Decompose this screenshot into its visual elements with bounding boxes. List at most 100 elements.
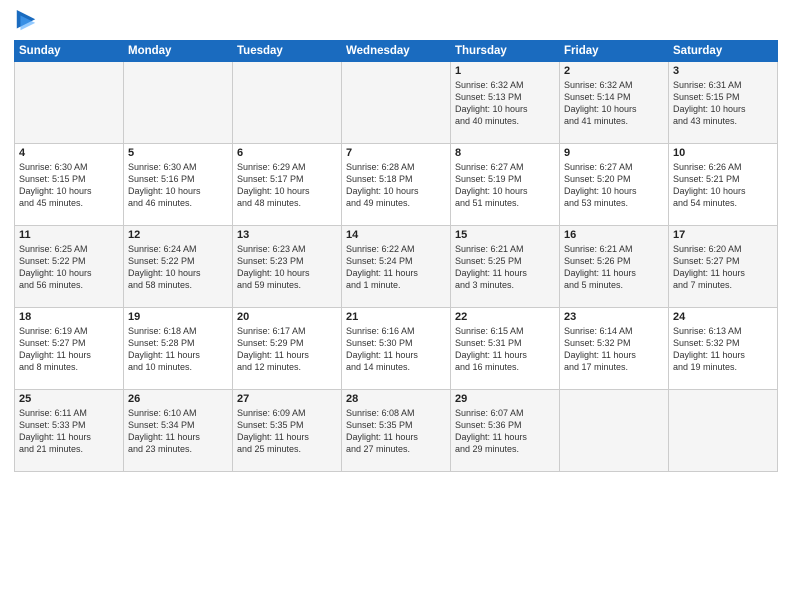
day-number: 13 <box>237 229 337 241</box>
calendar-cell <box>560 390 669 472</box>
header-monday: Monday <box>124 41 233 62</box>
calendar-cell: 25 Sunrise: 6:11 AM Sunset: 5:33 PM Dayli… <box>15 390 124 472</box>
calendar-week-3: 18 Sunrise: 6:19 AM Sunset: 5:27 PM Dayli… <box>15 308 778 390</box>
day-info: Sunrise: 6:25 AM Sunset: 5:22 PM Dayligh… <box>19 243 119 292</box>
logo <box>14 14 36 34</box>
day-info: Sunrise: 6:09 AM Sunset: 5:35 PM Dayligh… <box>237 407 337 456</box>
day-number: 8 <box>455 147 555 159</box>
day-info: Sunrise: 6:27 AM Sunset: 5:19 PM Dayligh… <box>455 161 555 210</box>
calendar-week-2: 11 Sunrise: 6:25 AM Sunset: 5:22 PM Dayli… <box>15 226 778 308</box>
calendar-cell <box>124 62 233 144</box>
day-info: Sunrise: 6:19 AM Sunset: 5:27 PM Dayligh… <box>19 325 119 374</box>
calendar-week-0: 1 Sunrise: 6:32 AM Sunset: 5:13 PM Daylig… <box>15 62 778 144</box>
calendar-cell: 13 Sunrise: 6:23 AM Sunset: 5:23 PM Dayli… <box>233 226 342 308</box>
day-info: Sunrise: 6:11 AM Sunset: 5:33 PM Dayligh… <box>19 407 119 456</box>
day-info: Sunrise: 6:16 AM Sunset: 5:30 PM Dayligh… <box>346 325 446 374</box>
calendar-cell: 21 Sunrise: 6:16 AM Sunset: 5:30 PM Dayli… <box>342 308 451 390</box>
calendar-cell: 14Sunrise: 6:22 AM Sunset: 5:24 PM Dayli… <box>342 226 451 308</box>
day-number: 17 <box>673 229 773 241</box>
day-number: 18 <box>19 311 119 323</box>
day-number: 11 <box>19 229 119 241</box>
calendar-cell: 8 Sunrise: 6:27 AM Sunset: 5:19 PM Daylig… <box>451 144 560 226</box>
day-number: 15 <box>455 229 555 241</box>
day-number: 2 <box>564 65 664 77</box>
calendar-cell: 22Sunrise: 6:15 AM Sunset: 5:31 PM Dayli… <box>451 308 560 390</box>
calendar-cell: 19 Sunrise: 6:18 AM Sunset: 5:28 PM Dayli… <box>124 308 233 390</box>
day-number: 6 <box>237 147 337 159</box>
calendar-cell: 24 Sunrise: 6:13 AM Sunset: 5:32 PM Dayli… <box>669 308 778 390</box>
calendar-cell: 16 Sunrise: 6:21 AM Sunset: 5:26 PM Dayli… <box>560 226 669 308</box>
day-number: 23 <box>564 311 664 323</box>
header-saturday: Saturday <box>669 41 778 62</box>
calendar-week-4: 25 Sunrise: 6:11 AM Sunset: 5:33 PM Dayli… <box>15 390 778 472</box>
day-number: 24 <box>673 311 773 323</box>
calendar-cell: 11 Sunrise: 6:25 AM Sunset: 5:22 PM Dayli… <box>15 226 124 308</box>
calendar-cell: 28Sunrise: 6:08 AM Sunset: 5:35 PM Dayli… <box>342 390 451 472</box>
day-info: Sunrise: 6:32 AM Sunset: 5:13 PM Dayligh… <box>455 79 555 128</box>
calendar-cell: 6 Sunrise: 6:29 AM Sunset: 5:17 PM Daylig… <box>233 144 342 226</box>
day-number: 10 <box>673 147 773 159</box>
day-number: 25 <box>19 393 119 405</box>
day-info: Sunrise: 6:15 AM Sunset: 5:31 PM Dayligh… <box>455 325 555 374</box>
calendar-cell: 23 Sunrise: 6:14 AM Sunset: 5:32 PM Dayli… <box>560 308 669 390</box>
calendar-cell: 26Sunrise: 6:10 AM Sunset: 5:34 PM Dayli… <box>124 390 233 472</box>
day-info: Sunrise: 6:30 AM Sunset: 5:15 PM Dayligh… <box>19 161 119 210</box>
day-info: Sunrise: 6:14 AM Sunset: 5:32 PM Dayligh… <box>564 325 664 374</box>
day-number: 12 <box>128 229 228 241</box>
day-info: Sunrise: 6:23 AM Sunset: 5:23 PM Dayligh… <box>237 243 337 292</box>
day-info: Sunrise: 6:28 AM Sunset: 5:18 PM Dayligh… <box>346 161 446 210</box>
calendar-cell: 7 Sunrise: 6:28 AM Sunset: 5:18 PM Daylig… <box>342 144 451 226</box>
header-tuesday: Tuesday <box>233 41 342 62</box>
day-number: 14 <box>346 229 446 241</box>
calendar-cell <box>669 390 778 472</box>
header-friday: Friday <box>560 41 669 62</box>
calendar-cell: 15 Sunrise: 6:21 AM Sunset: 5:25 PM Dayli… <box>451 226 560 308</box>
calendar-cell: 5Sunrise: 6:30 AM Sunset: 5:16 PM Daylig… <box>124 144 233 226</box>
day-number: 20 <box>237 311 337 323</box>
calendar-week-1: 4Sunrise: 6:30 AM Sunset: 5:15 PM Daylig… <box>15 144 778 226</box>
calendar-cell: 17 Sunrise: 6:20 AM Sunset: 5:27 PM Dayli… <box>669 226 778 308</box>
day-info: Sunrise: 6:13 AM Sunset: 5:32 PM Dayligh… <box>673 325 773 374</box>
day-number: 27 <box>237 393 337 405</box>
day-info: Sunrise: 6:29 AM Sunset: 5:17 PM Dayligh… <box>237 161 337 210</box>
calendar-cell: 4Sunrise: 6:30 AM Sunset: 5:15 PM Daylig… <box>15 144 124 226</box>
day-number: 1 <box>455 65 555 77</box>
day-info: Sunrise: 6:08 AM Sunset: 5:35 PM Dayligh… <box>346 407 446 456</box>
calendar-cell: 1 Sunrise: 6:32 AM Sunset: 5:13 PM Daylig… <box>451 62 560 144</box>
day-info: Sunrise: 6:07 AM Sunset: 5:36 PM Dayligh… <box>455 407 555 456</box>
header-thursday: Thursday <box>451 41 560 62</box>
header-wednesday: Wednesday <box>342 41 451 62</box>
calendar-cell: 9 Sunrise: 6:27 AM Sunset: 5:20 PM Daylig… <box>560 144 669 226</box>
day-info: Sunrise: 6:18 AM Sunset: 5:28 PM Dayligh… <box>128 325 228 374</box>
day-info: Sunrise: 6:21 AM Sunset: 5:26 PM Dayligh… <box>564 243 664 292</box>
day-number: 9 <box>564 147 664 159</box>
day-info: Sunrise: 6:32 AM Sunset: 5:14 PM Dayligh… <box>564 79 664 128</box>
page: SundayMondayTuesdayWednesdayThursdayFrid… <box>0 0 792 612</box>
day-info: Sunrise: 6:31 AM Sunset: 5:15 PM Dayligh… <box>673 79 773 128</box>
calendar-cell: 12Sunrise: 6:24 AM Sunset: 5:22 PM Dayli… <box>124 226 233 308</box>
calendar-cell: 3 Sunrise: 6:31 AM Sunset: 5:15 PM Daylig… <box>669 62 778 144</box>
day-info: Sunrise: 6:27 AM Sunset: 5:20 PM Dayligh… <box>564 161 664 210</box>
day-number: 7 <box>346 147 446 159</box>
day-number: 3 <box>673 65 773 77</box>
calendar-table: SundayMondayTuesdayWednesdayThursdayFrid… <box>14 40 778 472</box>
day-info: Sunrise: 6:17 AM Sunset: 5:29 PM Dayligh… <box>237 325 337 374</box>
day-number: 19 <box>128 311 228 323</box>
calendar-header-row: SundayMondayTuesdayWednesdayThursdayFrid… <box>15 41 778 62</box>
day-number: 21 <box>346 311 446 323</box>
calendar-cell <box>233 62 342 144</box>
calendar-cell: 2 Sunrise: 6:32 AM Sunset: 5:14 PM Daylig… <box>560 62 669 144</box>
calendar-cell: 10Sunrise: 6:26 AM Sunset: 5:21 PM Dayli… <box>669 144 778 226</box>
day-info: Sunrise: 6:21 AM Sunset: 5:25 PM Dayligh… <box>455 243 555 292</box>
day-info: Sunrise: 6:10 AM Sunset: 5:34 PM Dayligh… <box>128 407 228 456</box>
calendar-cell: 29 Sunrise: 6:07 AM Sunset: 5:36 PM Dayli… <box>451 390 560 472</box>
day-number: 29 <box>455 393 555 405</box>
day-number: 16 <box>564 229 664 241</box>
day-number: 5 <box>128 147 228 159</box>
calendar-cell: 18 Sunrise: 6:19 AM Sunset: 5:27 PM Dayli… <box>15 308 124 390</box>
header-sunday: Sunday <box>15 41 124 62</box>
day-info: Sunrise: 6:20 AM Sunset: 5:27 PM Dayligh… <box>673 243 773 292</box>
calendar-cell <box>342 62 451 144</box>
calendar-cell: 20 Sunrise: 6:17 AM Sunset: 5:29 PM Dayli… <box>233 308 342 390</box>
logo-icon <box>16 10 36 34</box>
